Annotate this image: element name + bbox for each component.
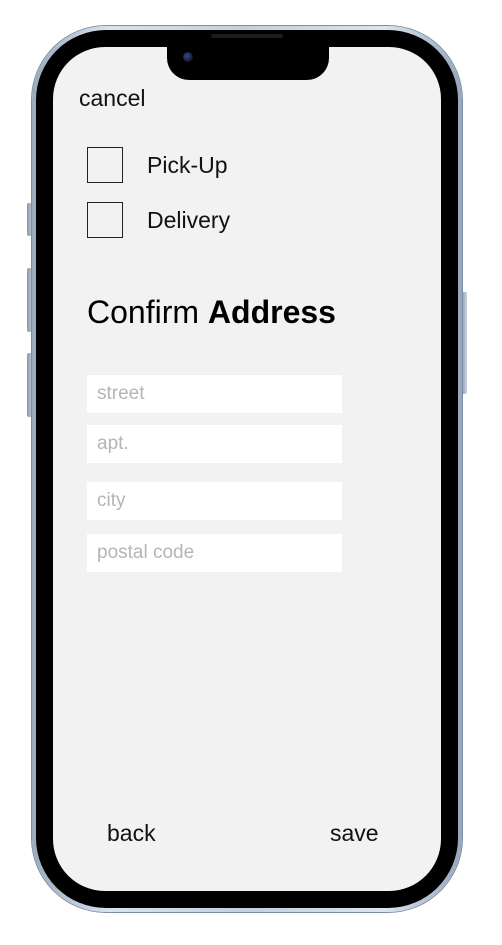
- front-camera: [183, 52, 193, 62]
- delivery-checkbox[interactable]: [87, 202, 123, 238]
- save-button[interactable]: save: [330, 820, 379, 847]
- pick-up-checkbox[interactable]: [87, 147, 123, 183]
- pick-up-label: Pick-Up: [147, 151, 228, 178]
- option-delivery: Delivery: [87, 201, 230, 239]
- delivery-label: Delivery: [147, 206, 231, 233]
- option-pick-up: Pick-Up: [87, 146, 228, 184]
- page-title: Confirm Address: [87, 294, 336, 331]
- phone-mockup: cancel Pick-Up Delivery Confirm Address …: [0, 0, 502, 945]
- postal-code-input[interactable]: [87, 534, 342, 572]
- title-regular: Confirm: [87, 294, 200, 330]
- cancel-button[interactable]: cancel: [79, 85, 145, 112]
- city-input[interactable]: [87, 482, 342, 520]
- street-input[interactable]: [87, 375, 342, 413]
- speaker-grille: [211, 34, 283, 38]
- apt-input[interactable]: [87, 425, 342, 463]
- title-bold: Address: [207, 294, 336, 330]
- back-button[interactable]: back: [107, 820, 156, 847]
